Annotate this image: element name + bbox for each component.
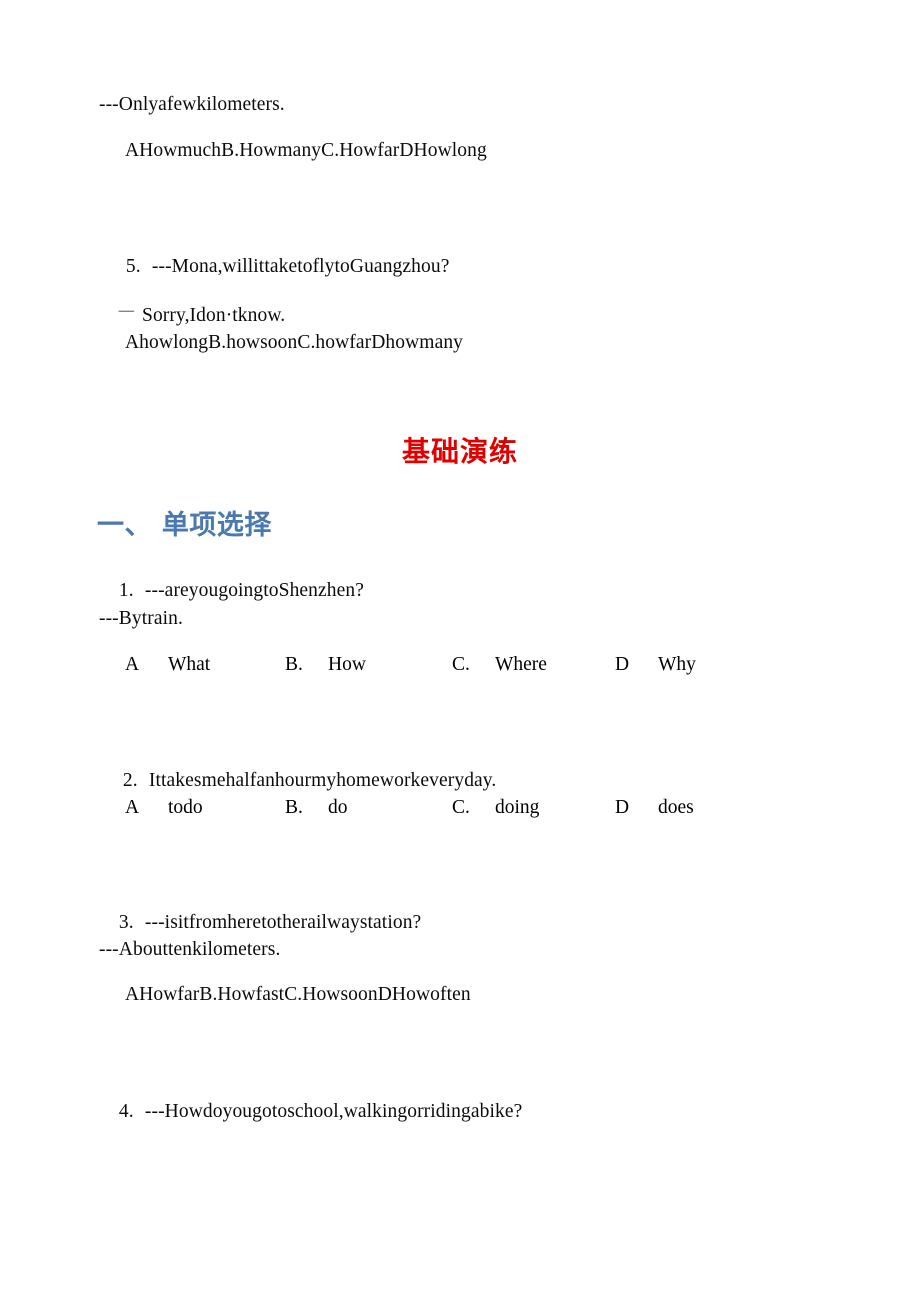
question-5-reply: Sorry,Idon·tknow. <box>142 304 286 326</box>
top-inline-choices: AHowmuchB.HowmanyC.HowfarDHowlong <box>125 140 487 161</box>
choice-letter-b: B. <box>285 654 303 675</box>
choice-text-a: What <box>168 654 211 675</box>
choice-text-b: do <box>328 797 348 818</box>
question-2-choices: A todo B. do C. doing D does <box>125 797 745 819</box>
question-5-prompt: ---Mona,willittaketoflytoGuangzhou? <box>151 255 450 277</box>
choice-option-b[interactable]: B. do <box>285 797 452 819</box>
question-1-prompt: ---areyougoingtoShenzhen? <box>144 579 364 601</box>
choice-text-b: How <box>328 654 366 675</box>
question-2-number: 2. <box>122 769 138 791</box>
question-2-prompt: Ittakesmehalfanhourmyhomeworkeveryday. <box>148 769 497 791</box>
question-5-inline-choices: AhowlongB.howsoonC.howfarDhowmany <box>125 332 464 353</box>
question-1-reply: ---Bytrain. <box>99 608 183 629</box>
choice-option-c[interactable]: C. Where <box>452 654 615 676</box>
choice-letter-a: A <box>125 797 140 818</box>
question-4-number: 4. <box>118 1100 134 1122</box>
worksheet-page: ---Onlyafewkilometers. AHowmuchB.Howmany… <box>0 0 920 1301</box>
section-banner-title: 基础演练 <box>401 435 518 468</box>
cjk-dash-icon: 一 <box>117 302 136 323</box>
choice-letter-d: D <box>615 797 630 818</box>
question-1-number: 1. <box>118 579 134 601</box>
choice-option-c[interactable]: C. doing <box>452 797 615 819</box>
choice-letter-c: C. <box>452 797 470 818</box>
question-4-line: 4. ---Howdoyougotoschool,walkingorridinga… <box>99 1082 522 1141</box>
choice-text-a: todo <box>168 797 203 818</box>
choice-text-c: Where <box>495 654 547 675</box>
choice-option-a[interactable]: A todo <box>125 797 285 819</box>
choice-text-c: doing <box>495 797 540 818</box>
choice-letter-a: A <box>125 654 140 675</box>
choice-letter-c: C. <box>452 654 470 675</box>
top-answer-line: ---Onlyafewkilometers. <box>99 94 285 115</box>
question-4-prompt: ---Howdoyougotoschool,walkingorridingabi… <box>144 1100 523 1122</box>
subsection-heading: 一、 单项选择 <box>97 510 272 541</box>
choice-text-d: does <box>658 797 694 818</box>
choice-option-d[interactable]: D Why <box>615 654 745 676</box>
choice-letter-d: D <box>615 654 630 675</box>
question-3-number: 3. <box>118 911 134 933</box>
question-1-choices: A What B. How C. Where D Why <box>125 654 745 676</box>
question-3-prompt: ---isitfromheretotherailwaystation? <box>144 911 422 933</box>
choice-option-d[interactable]: D does <box>615 797 745 819</box>
choice-letter-b: B. <box>285 797 303 818</box>
question-3-inline-choices: AHowfarB.HowfastC.HowsoonDHowoften <box>125 984 471 1005</box>
choice-option-a[interactable]: A What <box>125 654 285 676</box>
choice-text-d: Why <box>658 654 696 675</box>
question-3-reply: ---Abouttenkilometers. <box>99 939 281 960</box>
question-5-number: 5. <box>125 255 141 277</box>
choice-option-b[interactable]: B. How <box>285 654 452 676</box>
